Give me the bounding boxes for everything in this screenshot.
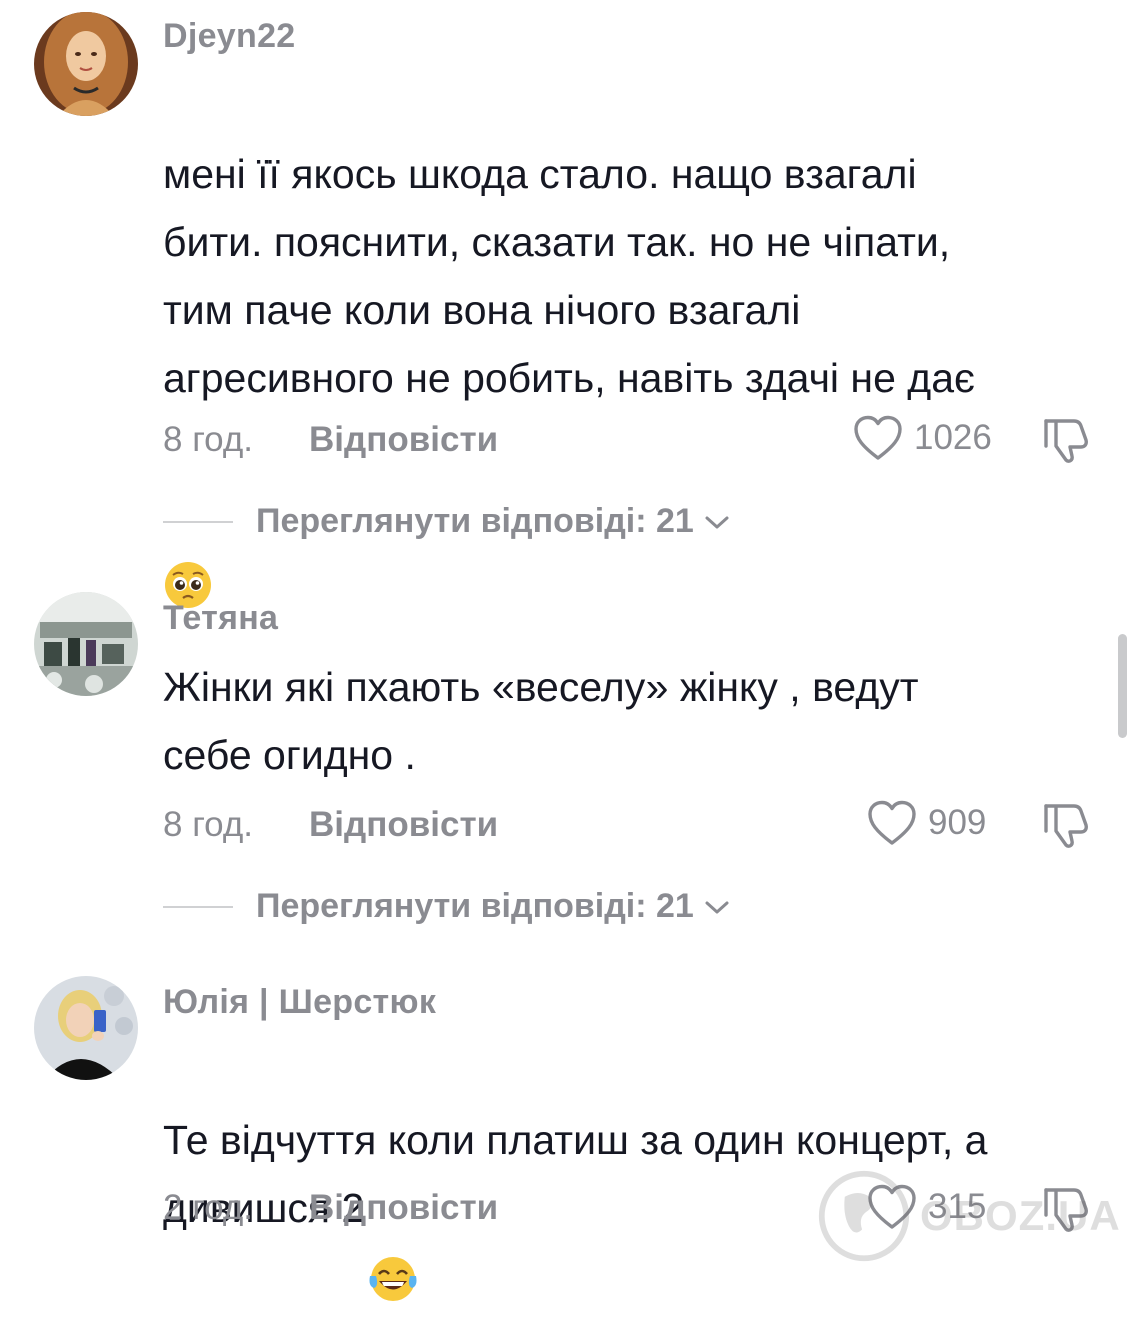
comment-text: Жінки які пхають «веселу» жінку , ведут … <box>163 664 919 778</box>
view-replies-label: Переглянути відповіді: 21 <box>256 502 694 540</box>
heart-icon <box>854 415 902 460</box>
comment-text-content: Те відчуття коли платиш за один концерт,… <box>163 1117 988 1231</box>
like-count: 909 <box>928 803 987 842</box>
like-button[interactable]: 315 <box>866 1183 986 1231</box>
chevron-down-icon <box>705 516 729 528</box>
view-replies-label: Переглянути відповіді: 21 <box>256 887 694 925</box>
chevron-down-icon <box>705 901 729 913</box>
like-count: 1026 <box>914 418 992 457</box>
reply-button[interactable]: Відповісти <box>309 420 498 460</box>
avatar[interactable] <box>34 12 138 116</box>
comment-timestamp: 8 год. <box>163 805 254 844</box>
avatar[interactable] <box>34 976 138 1080</box>
dislike-button[interactable] <box>1040 413 1092 465</box>
divider-line <box>163 520 233 523</box>
comment-text: мені її якось шкода стало. нащо взагалі … <box>163 72 1068 609</box>
like-count: 315 <box>928 1187 987 1226</box>
comment-timestamp: 2 год. <box>163 1188 254 1227</box>
heart-icon <box>868 1184 916 1229</box>
like-button[interactable]: 909 <box>866 799 986 847</box>
reply-button[interactable]: Відповісти <box>309 805 498 845</box>
thumbs-down-icon <box>1044 1188 1088 1232</box>
comment-username[interactable]: Djeyn22 <box>163 17 296 56</box>
heart-icon <box>868 800 916 845</box>
comment-timestamp: 8 год. <box>163 420 254 459</box>
reply-button[interactable]: Відповісти <box>309 1188 498 1228</box>
like-button[interactable]: 1026 <box>852 414 992 462</box>
dislike-button[interactable] <box>1040 1182 1092 1234</box>
view-replies-button[interactable]: Переглянути відповіді: 21 <box>163 502 732 541</box>
scrollbar-thumb[interactable] <box>1118 634 1127 738</box>
avatar[interactable] <box>34 592 138 696</box>
dislike-button[interactable] <box>1040 798 1092 850</box>
comment-username[interactable]: Юлія | Шерстюк <box>163 983 436 1022</box>
comment-text-content: мені її якось шкода стало. нащо взагалі … <box>163 151 975 401</box>
view-replies-button[interactable]: Переглянути відповіді: 21 <box>163 887 732 926</box>
thumbs-down-icon <box>1044 419 1088 463</box>
thumbs-down-icon <box>1044 804 1088 848</box>
divider-line <box>163 905 233 908</box>
comment-username[interactable]: Тетяна <box>163 599 278 638</box>
